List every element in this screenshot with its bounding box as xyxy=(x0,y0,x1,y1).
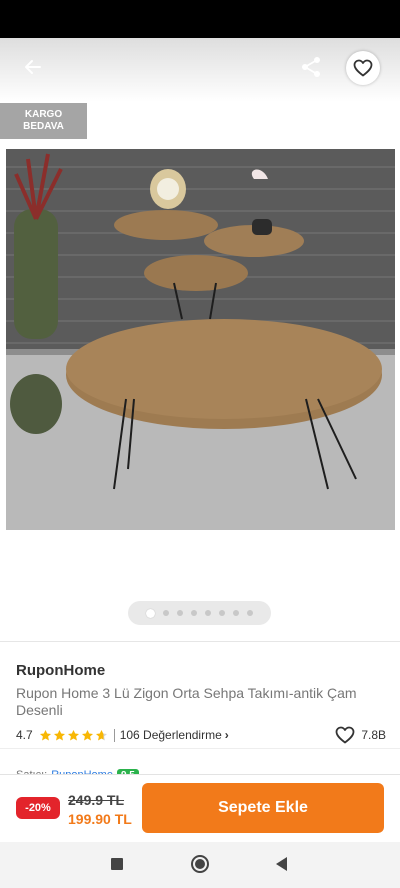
badge-line-2: BEDAVA xyxy=(23,121,64,132)
favorite-count[interactable]: 7.8B xyxy=(335,726,386,744)
star-icon xyxy=(67,729,79,740)
badge-line-1: KARGO xyxy=(24,109,63,120)
product-title: Rupon Home 3 Lü Zigon Orta Sehpa Takımı-… xyxy=(16,685,357,718)
pager-dot[interactable] xyxy=(205,610,211,616)
pager-dot[interactable] xyxy=(177,610,183,616)
star-icon xyxy=(95,729,107,740)
favorite-count-value: 7.8B xyxy=(361,728,386,742)
status-bar xyxy=(0,0,400,38)
pager-dot[interactable] xyxy=(219,610,225,616)
reviews-link[interactable]: 106 Değerlendirme xyxy=(120,728,222,742)
rating-value: 4.7 xyxy=(16,728,33,742)
divider xyxy=(0,748,400,749)
brand-name[interactable]: RuponHome xyxy=(16,662,105,679)
product-gallery[interactable]: KARGO BEDAVA xyxy=(0,38,400,640)
system-nav-bar xyxy=(0,842,400,888)
home-button[interactable] xyxy=(191,855,209,873)
pager-dot[interactable] xyxy=(146,608,155,618)
free-shipping-badge: KARGO BEDAVA xyxy=(0,103,87,139)
arrow-left-icon xyxy=(25,60,41,74)
system-back-button[interactable] xyxy=(276,857,287,871)
share-button[interactable] xyxy=(296,52,326,82)
pager-dot[interactable] xyxy=(191,610,197,616)
rating-divider xyxy=(113,728,115,742)
chevron-right-icon[interactable]: › xyxy=(225,728,229,742)
pager-dot[interactable] xyxy=(247,610,253,616)
image-pager[interactable] xyxy=(128,601,271,625)
favorite-button[interactable] xyxy=(346,51,380,85)
pager-dot[interactable] xyxy=(233,610,239,616)
share-icon xyxy=(302,57,320,77)
old-price: 249.9 TL xyxy=(68,792,125,808)
recents-button[interactable] xyxy=(111,858,123,870)
add-to-cart-button[interactable]: Sepete Ekle xyxy=(142,783,384,833)
discount-badge: -20% xyxy=(16,797,60,819)
star-icon xyxy=(53,729,65,740)
header-gradient xyxy=(0,38,400,102)
home-icon xyxy=(195,859,205,869)
star-icon xyxy=(39,729,51,740)
back-button[interactable] xyxy=(18,52,48,82)
pager-dot[interactable] xyxy=(163,610,169,616)
star-icon xyxy=(81,729,93,740)
heart-icon xyxy=(353,59,373,77)
purchase-bar: -20% 249.9 TL 199.90 TL Sepete Ekle xyxy=(0,774,400,842)
product-image[interactable] xyxy=(6,149,395,530)
heart-icon xyxy=(335,726,355,744)
rating-row: 4.7 106 Değerlendirme › 7.8B xyxy=(16,726,386,744)
rating-stars xyxy=(39,729,108,742)
new-price: 199.90 TL xyxy=(68,811,132,827)
product-info: RuponHome Rupon Home 3 Lü Zigon Orta Seh… xyxy=(0,641,400,782)
